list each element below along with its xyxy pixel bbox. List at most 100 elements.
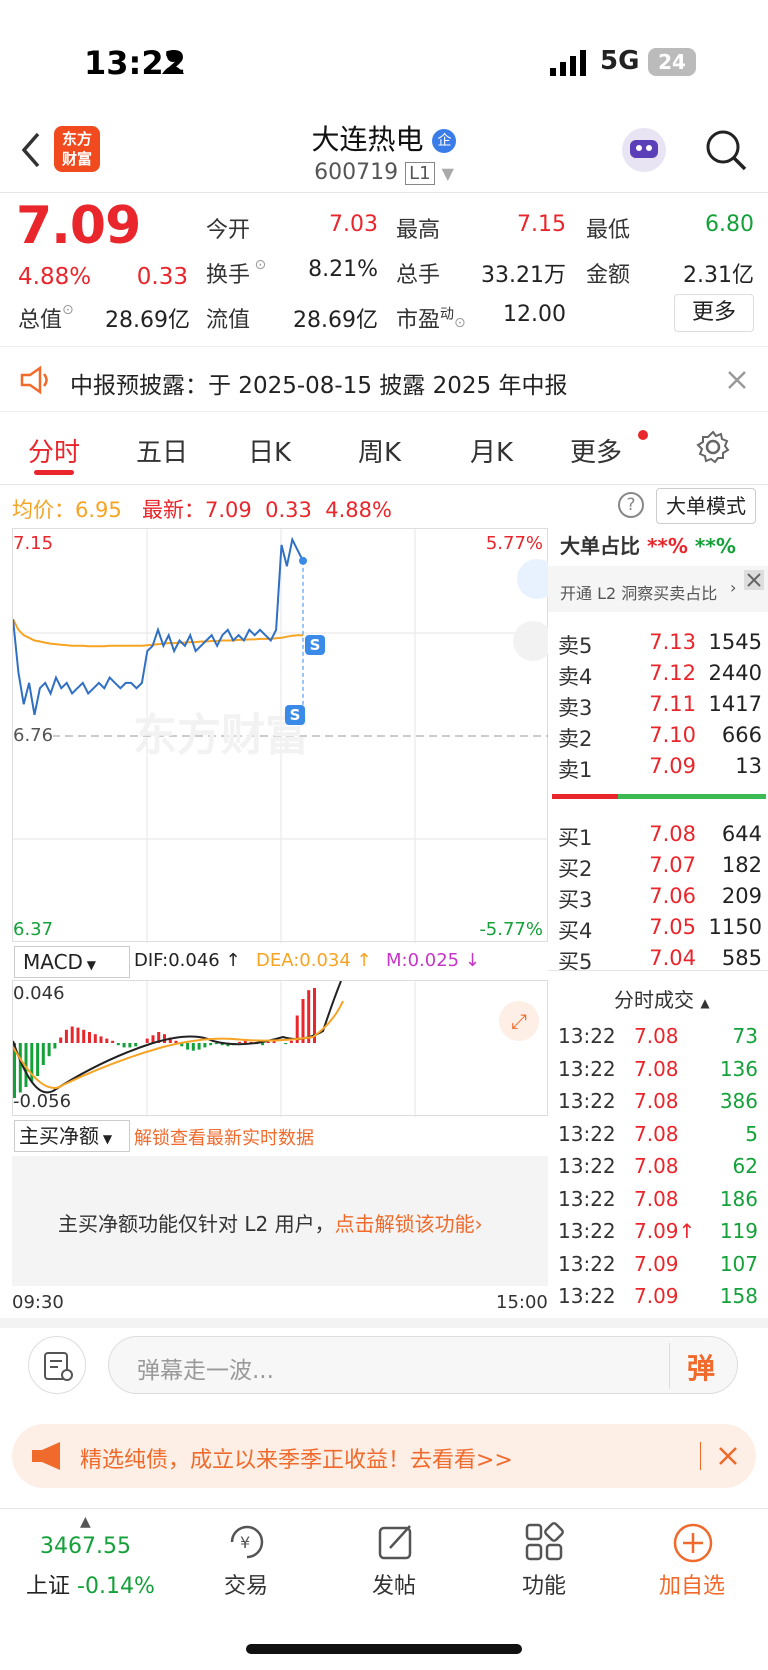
edit-icon[interactable] — [376, 1522, 416, 1562]
tab-more[interactable]: 更多 — [570, 432, 622, 469]
nav-functions[interactable]: 功能 — [484, 1568, 604, 1600]
unlock-realtime-link[interactable]: 解锁查看最新实时数据 — [134, 1124, 314, 1150]
search-icon[interactable] — [704, 128, 748, 172]
nav-post[interactable]: 发帖 — [334, 1568, 454, 1600]
close-icon[interactable] — [744, 570, 764, 590]
volume-value: 33.21万 — [481, 263, 566, 288]
order-level: 卖1 — [558, 758, 593, 782]
intraday-chart[interactable]: 东方财富 7.15 5.77% 6.76 6.37 -5.77% S S — [12, 528, 557, 943]
volume-label: 总手 — [396, 263, 441, 288]
trade-volume: 158 — [719, 1284, 758, 1308]
macd-bar — [238, 1041, 241, 1043]
orderbook-row[interactable]: 卖4 7.12 2440 — [548, 659, 768, 689]
more-button[interactable]: 更多 — [674, 294, 754, 332]
trade-row: 13:22 7.08 62 — [548, 1152, 768, 1182]
tab-monthly-k[interactable]: 月K — [470, 432, 513, 469]
index-name[interactable]: 上证 -0.14% — [26, 1568, 155, 1600]
signal-s-icon[interactable]: S — [305, 635, 325, 655]
orderbook-row[interactable]: 卖2 7.10 666 — [548, 721, 768, 751]
macd-bar — [261, 1043, 265, 1046]
battery-icon: 24 — [648, 48, 696, 76]
low-label: 最低 — [586, 218, 631, 243]
order-level: 卖2 — [558, 727, 593, 751]
float-value: 28.69亿 — [293, 308, 378, 333]
tab-daily-k[interactable]: 日K — [248, 432, 291, 469]
close-icon[interactable] — [718, 1446, 738, 1466]
orderbook-row[interactable]: 买2 7.07 182 — [548, 851, 768, 881]
order-volume: 209 — [721, 884, 762, 908]
nav-add-watchlist[interactable]: 加自选 — [632, 1568, 752, 1600]
macd-bar — [214, 1043, 218, 1045]
high-value: 7.15 — [517, 212, 566, 237]
danmaku-input[interactable]: 弹幕走一波... 弹 — [108, 1336, 738, 1394]
signal-icon — [550, 50, 586, 76]
order-level: 买1 — [558, 826, 593, 850]
macd-selector[interactable]: MACD ▼ — [14, 946, 130, 978]
macd-bar — [128, 1043, 132, 1048]
add-icon[interactable] — [672, 1522, 714, 1564]
orderbook-row[interactable]: 买4 7.05 1150 — [548, 913, 768, 943]
order-volume: 2440 — [708, 661, 762, 685]
watermark: 东方财富 — [133, 710, 309, 761]
tab-intraday[interactable]: 分时 — [28, 432, 80, 469]
order-level: 卖3 — [558, 696, 593, 720]
nav-trade[interactable]: 交易 — [186, 1568, 306, 1600]
signal-s-icon[interactable]: S — [285, 705, 305, 725]
netbuy-message: 主买净额功能仅针对 L2 用户，点击解锁该功能› — [58, 1212, 483, 1236]
promo-text: 精选纯债，成立以来季季正收益！去看看>> — [80, 1448, 513, 1473]
floating-button[interactable] — [513, 621, 553, 661]
order-volume: 1150 — [708, 915, 762, 939]
macd-m: M:0.025 ↓ — [386, 950, 480, 971]
macd-bar — [284, 1043, 288, 1045]
y-mid-label: 6.76 — [13, 725, 54, 746]
macd-bar — [93, 1034, 97, 1043]
low-value: 6.80 — [705, 212, 754, 237]
ratio-bar-buy — [618, 794, 766, 799]
help-icon[interactable]: ? — [618, 492, 644, 518]
trade-time: 13:22 — [558, 1089, 616, 1113]
tab-weekly-k[interactable]: 周K — [358, 432, 401, 469]
promo-banner[interactable]: 精选纯债，成立以来季季正收益！去看看>> — [12, 1424, 756, 1488]
gear-icon[interactable] — [696, 430, 730, 464]
grid-icon[interactable] — [524, 1522, 564, 1562]
note-icon[interactable] — [28, 1336, 86, 1394]
trade-volume: 62 — [732, 1154, 758, 1178]
netbuy-selector[interactable]: 主买净额 ▼ — [14, 1120, 130, 1152]
enterprise-badge: 企 — [432, 129, 457, 153]
pct-top-label: 5.77% — [485, 533, 543, 554]
big-order-mode-button[interactable]: 大单模式 — [656, 488, 756, 524]
trade-row: 13:22 7.08 386 — [548, 1087, 768, 1117]
macd-bar — [111, 1040, 115, 1043]
orderbook-row[interactable]: 卖5 7.13 1545 — [548, 628, 768, 658]
orderbook-row[interactable]: 卖1 7.09 13 — [548, 752, 768, 782]
close-icon[interactable] — [726, 369, 748, 391]
l2-promo[interactable]: 开通 L2 洞察买卖占比 › — [548, 566, 768, 612]
macd-bar — [76, 1027, 80, 1043]
trade-price: 7.08 — [634, 1089, 679, 1113]
macd-chart[interactable]: 0.046 -0.056 ⤢ — [12, 980, 548, 1117]
expand-icon[interactable]: ⤢ — [499, 1001, 539, 1041]
orderbook-row[interactable]: 卖3 7.11 1417 — [548, 690, 768, 720]
macd-bottom-label: -0.056 — [13, 1091, 72, 1112]
pct-bottom-label: -5.77% — [479, 919, 543, 940]
tab-5day[interactable]: 五日 — [136, 432, 188, 469]
macd-bar — [41, 1043, 45, 1065]
trade-icon[interactable]: ¥ — [226, 1522, 268, 1562]
expand-up-icon[interactable]: ▲ — [80, 1514, 91, 1530]
trade-price: 7.08 — [634, 1121, 679, 1146]
notice-bar[interactable]: 中报预披露：于 2025-08-15 披露 2025 年中报 — [0, 346, 768, 412]
unlock-link[interactable]: 点击解锁该功能 — [335, 1212, 475, 1236]
macd-bar — [191, 1043, 195, 1051]
orderbook-row[interactable]: 买1 7.08 644 — [548, 820, 768, 850]
orderbook-row[interactable]: 买3 7.06 209 — [548, 882, 768, 912]
index-value[interactable]: 3467.55 — [40, 1534, 131, 1559]
mktcap-label: 总值⊙ — [18, 302, 74, 333]
robot-assistant-icon[interactable] — [622, 128, 666, 172]
trades-title[interactable]: 分时成交 ▲ — [614, 984, 710, 1013]
change-amount: 0.33 — [136, 264, 188, 290]
order-level: 卖4 — [558, 665, 593, 689]
macd-bar — [301, 999, 305, 1043]
danmaku-button[interactable]: 弹 — [687, 1347, 715, 1387]
latest-label: 最新：7.09 0.33 4.88% — [142, 498, 392, 522]
pe-label: 市盈动⊙ — [396, 306, 466, 333]
